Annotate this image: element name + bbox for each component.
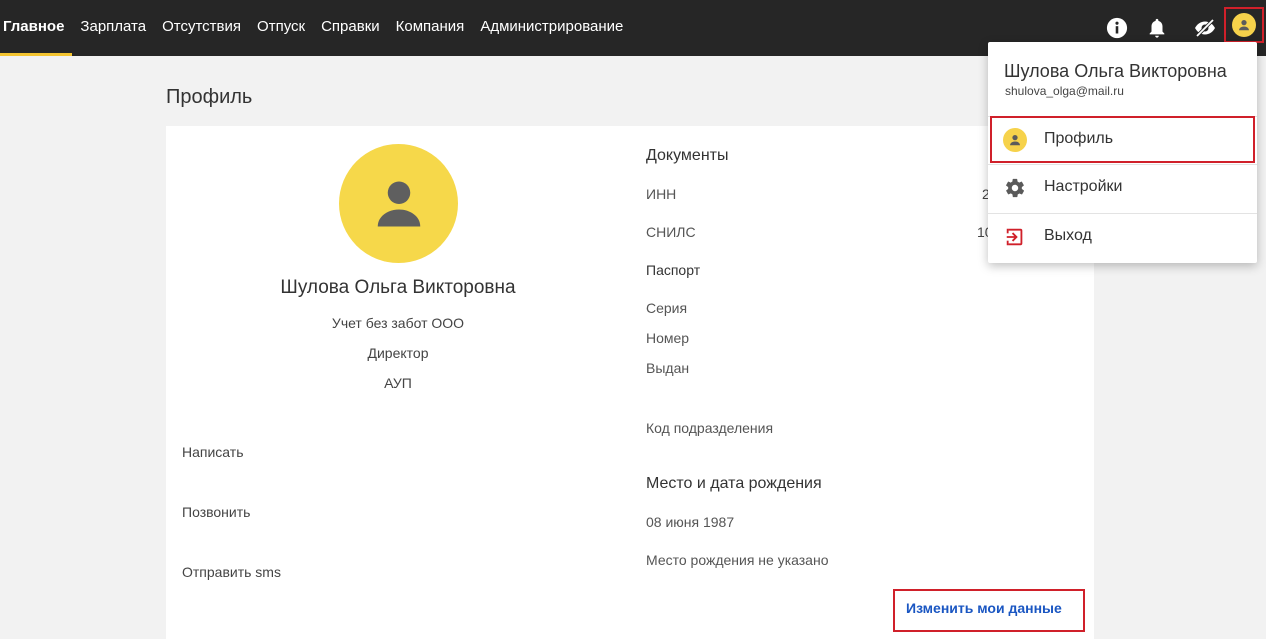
documents-title: Документы <box>646 147 729 164</box>
nav-item-main[interactable]: Главное <box>0 0 73 56</box>
menu-item-settings[interactable]: Настройки <box>988 164 1257 212</box>
birth-date: 08 июня 1987 <box>646 514 735 530</box>
nav-item-certificates[interactable]: Справки <box>313 0 388 56</box>
visibility-off-icon[interactable] <box>1191 14 1219 42</box>
birth-section-title: Место и дата рождения <box>646 475 822 492</box>
edit-my-data-link[interactable]: Изменить мои данные <box>906 600 1062 616</box>
menu-item-label: Настройки <box>1044 178 1123 195</box>
passport-number-label: Номер <box>646 330 690 346</box>
division-code-label: Код подразделения <box>646 420 774 436</box>
nav-item-absences[interactable]: Отсутствия <box>154 0 249 56</box>
write-message-link[interactable]: Написать <box>182 444 243 460</box>
info-icon[interactable] <box>1103 14 1131 42</box>
passport-title: Паспорт <box>646 262 701 278</box>
logout-icon <box>1003 225 1027 249</box>
call-link[interactable]: Позвонить <box>182 504 250 520</box>
menu-item-label: Выход <box>1044 227 1092 244</box>
profile-avatar <box>339 144 458 263</box>
person-icon <box>377 181 420 226</box>
profile-position: Директор <box>367 345 429 361</box>
account-icon <box>1232 13 1256 37</box>
menu-item-logout[interactable]: Выход <box>988 213 1257 261</box>
gear-icon <box>1003 176 1027 200</box>
dropdown-user-email: shulova_olga@mail.ru <box>1005 84 1124 98</box>
profile-name: Шулова Ольга Викторовна <box>280 277 516 298</box>
profile-card: Шулова Ольга Викторовна Учет без забот О… <box>166 126 1094 639</box>
main-nav: Главное Зарплата Отсутствия Отпуск Справ… <box>0 0 631 56</box>
snils-label: СНИЛС <box>646 224 696 240</box>
page-title: Профиль <box>166 86 253 108</box>
send-sms-link[interactable]: Отправить sms <box>182 564 281 580</box>
profile-company: Учет без забот ООО <box>331 315 465 331</box>
account-dropdown-menu: Шулова Ольга Викторовна shulova_olga@mai… <box>988 42 1257 263</box>
nav-item-salary[interactable]: Зарплата <box>72 0 154 56</box>
profile-item-highlight <box>990 116 1255 163</box>
nav-item-company[interactable]: Компания <box>388 0 473 56</box>
bell-icon[interactable] <box>1143 14 1171 42</box>
nav-item-vacation[interactable]: Отпуск <box>249 0 313 56</box>
profile-department: АУП <box>384 375 412 391</box>
dropdown-user-name: Шулова Ольга Викторовна <box>1004 61 1227 81</box>
account-menu-button[interactable] <box>1224 7 1264 43</box>
passport-issued-label: Выдан <box>646 360 690 376</box>
nav-item-administration[interactable]: Администрирование <box>472 0 631 56</box>
passport-series-label: Серия <box>646 300 688 316</box>
inn-label: ИНН <box>646 186 677 202</box>
birth-place: Место рождения не указано <box>646 552 829 568</box>
